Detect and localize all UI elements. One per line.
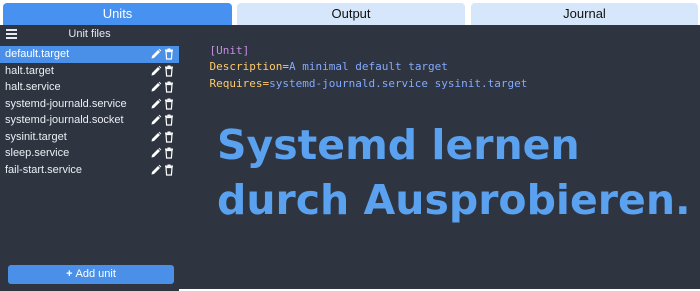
unit-name: halt.target bbox=[5, 64, 54, 77]
unit-list: default.target halt.target halt.service sys… bbox=[0, 46, 179, 178]
plus-icon: + bbox=[66, 268, 73, 280]
unit-list-item[interactable]: systemd-journald.service bbox=[0, 96, 179, 113]
headline-line-2: durch Ausprobieren. bbox=[217, 176, 691, 224]
trash-icon[interactable] bbox=[163, 98, 175, 110]
sidebar-header: Unit files bbox=[0, 25, 179, 45]
trash-icon[interactable] bbox=[163, 131, 175, 143]
trash-icon[interactable] bbox=[163, 65, 175, 77]
trash-icon[interactable] bbox=[163, 164, 175, 176]
trash-icon[interactable] bbox=[163, 147, 175, 159]
unit-name: halt.service bbox=[5, 81, 61, 93]
pencil-icon[interactable] bbox=[150, 81, 162, 93]
unit-list-item[interactable]: halt.service bbox=[0, 79, 179, 96]
unit-name: default.target bbox=[5, 48, 70, 60]
add-unit-button[interactable]: + Add unit bbox=[8, 265, 174, 284]
pencil-icon[interactable] bbox=[150, 98, 162, 110]
unit-name: systemd-journald.socket bbox=[5, 114, 124, 126]
headline-line-1: Systemd lernen bbox=[217, 121, 580, 169]
unit-name: systemd-journald.service bbox=[5, 97, 127, 110]
trash-icon[interactable] bbox=[163, 81, 175, 93]
headline-overlay: Systemd lernen durch Ausprobieren. bbox=[217, 118, 691, 228]
code-line-requires: Requires=systemd-journald.service sysini… bbox=[183, 64, 528, 103]
unit-list-item[interactable]: default.target bbox=[0, 46, 179, 63]
pencil-icon[interactable] bbox=[150, 147, 162, 159]
directive-value: systemd-journald.service sysinit.target bbox=[269, 77, 528, 90]
unit-list-item[interactable]: halt.target bbox=[0, 63, 179, 80]
unit-list-item[interactable]: fail-start.service bbox=[0, 162, 179, 179]
tab-units[interactable]: Units bbox=[3, 3, 232, 25]
unit-files-sidebar: Unit files default.target halt.target halt… bbox=[0, 25, 179, 291]
pencil-icon[interactable] bbox=[150, 65, 162, 77]
unit-name: fail-start.service bbox=[5, 163, 83, 176]
tab-output[interactable]: Output bbox=[237, 3, 465, 25]
unit-name: sysinit.target bbox=[5, 130, 67, 143]
trash-icon[interactable] bbox=[163, 114, 175, 126]
unit-name: sleep.service bbox=[5, 147, 70, 159]
unit-list-item[interactable]: sleep.service bbox=[0, 145, 179, 162]
unit-list-item[interactable]: sysinit.target bbox=[0, 129, 179, 146]
tab-bar: Units Output Journal bbox=[0, 0, 700, 25]
tab-journal[interactable]: Journal bbox=[471, 3, 698, 25]
pencil-icon[interactable] bbox=[150, 114, 162, 126]
pencil-icon[interactable] bbox=[150, 48, 162, 60]
add-unit-label: Add unit bbox=[75, 268, 116, 280]
trash-icon[interactable] bbox=[163, 48, 175, 60]
pencil-icon[interactable] bbox=[150, 164, 162, 176]
sidebar-title: Unit files bbox=[68, 28, 111, 40]
directive-key: Requires bbox=[209, 77, 263, 90]
pencil-icon[interactable] bbox=[150, 131, 162, 143]
unit-list-item[interactable]: systemd-journald.socket bbox=[0, 112, 179, 129]
